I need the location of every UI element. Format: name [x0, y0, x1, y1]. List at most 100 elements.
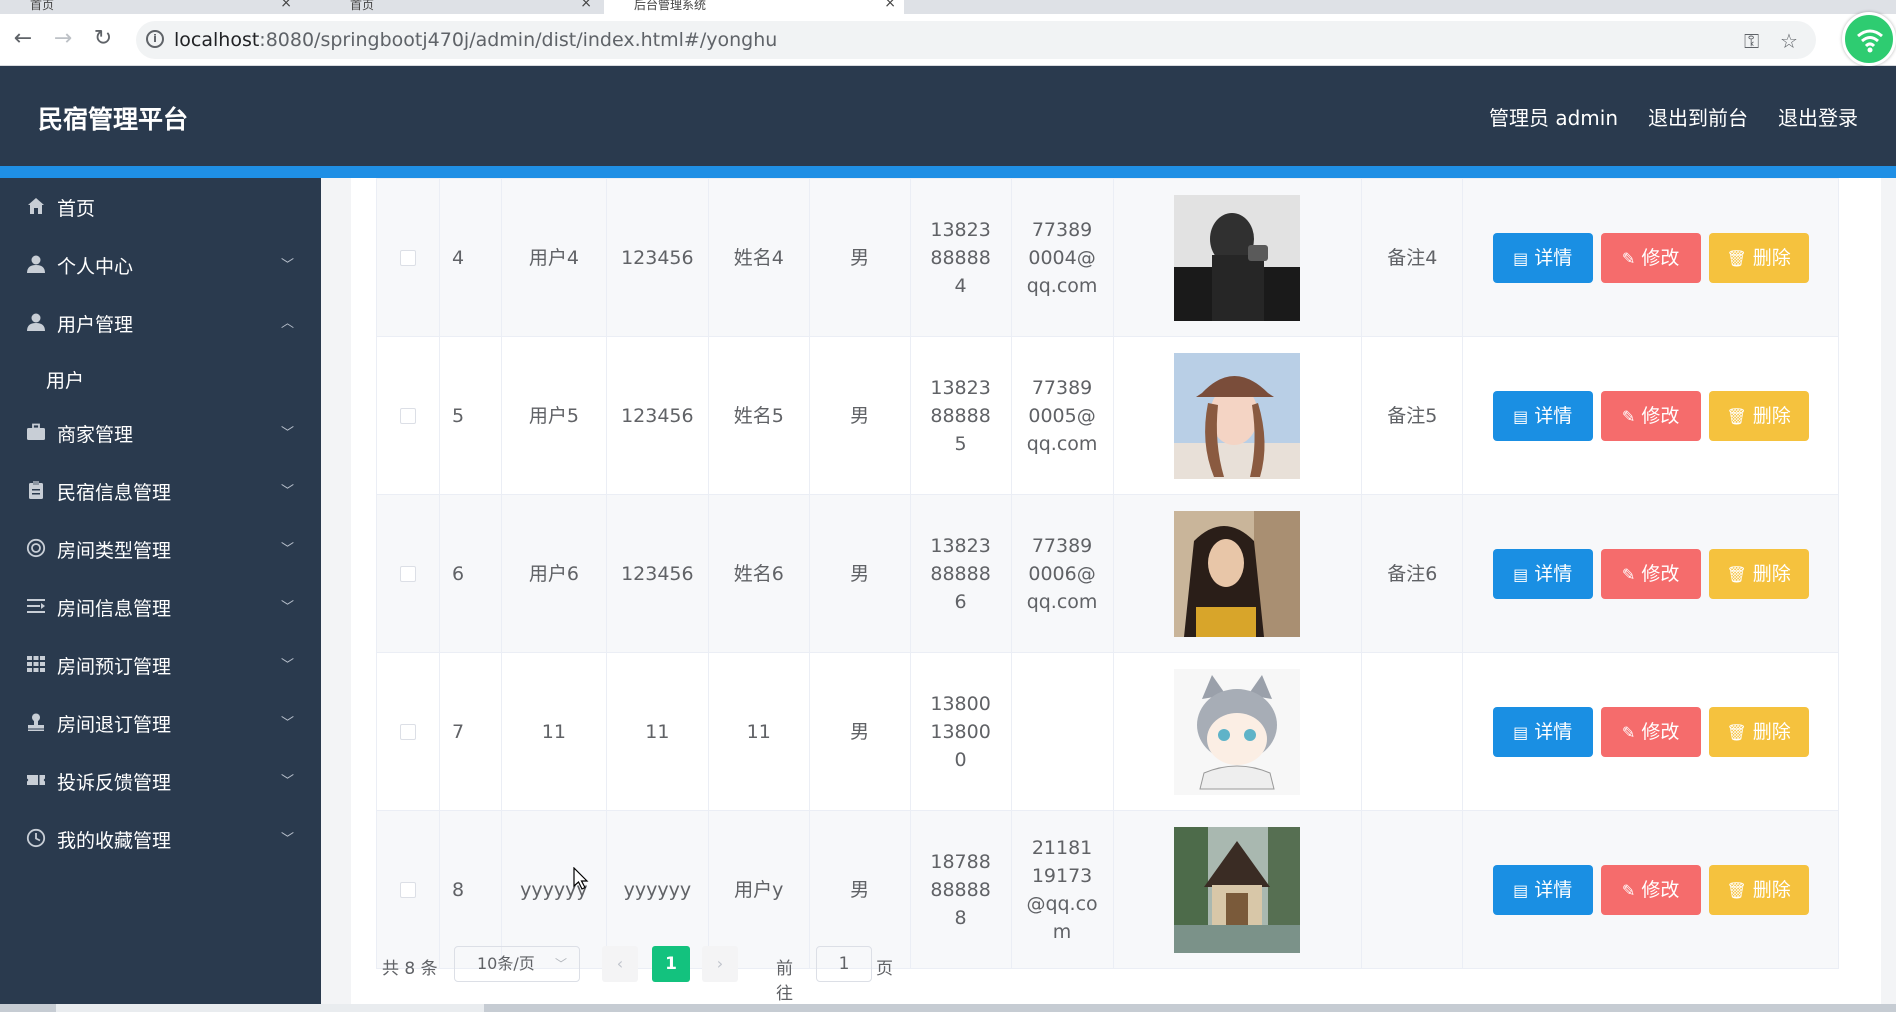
cell-name: 11	[707, 652, 810, 811]
table-row: 5 用户5 123456 姓名5 男 13823888885 773890005…	[376, 336, 1839, 495]
key-icon[interactable]: ⚿	[1744, 29, 1759, 53]
row-checkbox[interactable]	[376, 652, 440, 811]
pencil-icon: ✎	[1621, 248, 1636, 268]
edit-button-label: 修改	[1641, 404, 1680, 427]
browser-tab-label: 首页	[350, 0, 375, 12]
trash-icon: 🗑	[1726, 406, 1747, 426]
document-icon: ▤	[1513, 406, 1529, 426]
cell-email: 2118119173@qq.com	[1010, 810, 1114, 969]
detail-button[interactable]: ▤ 详情	[1492, 864, 1593, 915]
cell-account: 用户6	[500, 494, 607, 653]
close-icon[interactable]: ×	[884, 0, 896, 10]
scrollbar-thumb[interactable]	[56, 1004, 484, 1012]
trash-icon: 🗑	[1726, 880, 1747, 900]
sidebar-item-label: 房间类型管理	[57, 540, 172, 562]
user-icon	[27, 255, 45, 273]
cell-name: 姓名4	[707, 178, 810, 337]
home-icon	[28, 198, 44, 214]
delete-button[interactable]: 🗑 删除	[1708, 706, 1809, 757]
document-icon: ▤	[1513, 248, 1529, 268]
sidebar-subitem-users[interactable]: 用户	[0, 350, 321, 406]
chevron-down-icon: ﹀	[554, 957, 567, 971]
detail-button[interactable]: ▤ 详情	[1492, 232, 1593, 283]
sidebar-item-room-type[interactable]: 房间类型管理 ﹀	[0, 520, 321, 576]
browser-toolbar: ← → ↻ i localhost:8080/springbootj470j/a…	[0, 14, 1896, 66]
table-row: 8 yyyyyy yyyyyy 用户y 男 18788888888 211811…	[376, 810, 1839, 969]
chevron-down-icon: ﹀	[281, 484, 295, 499]
sidebar-item-home[interactable]: 首页	[0, 178, 321, 234]
sidebar-item-user-management[interactable]: 用户管理 ︿	[0, 294, 321, 350]
delete-button[interactable]: 🗑 删除	[1708, 390, 1809, 441]
sidebar-item-label: 房间信息管理	[57, 598, 172, 620]
edit-button[interactable]: ✎ 修改	[1600, 864, 1701, 915]
browser-tab-1[interactable]: 首页 ×	[0, 0, 300, 14]
briefcase-icon	[27, 423, 45, 440]
sidebar-item-room-cancel[interactable]: 房间退订管理 ﹀	[0, 694, 321, 750]
next-page-button[interactable]: ›	[702, 946, 738, 982]
cell-account: 用户5	[500, 336, 607, 495]
chevron-down-icon: ﹀	[281, 832, 295, 847]
row-checkbox[interactable]	[376, 810, 440, 969]
sidebar-item-homestay-info[interactable]: 民宿信息管理 ﹀	[0, 462, 321, 518]
delete-button-label: 删除	[1752, 562, 1791, 585]
ticket-icon	[27, 775, 45, 785]
row-checkbox[interactable]	[376, 178, 440, 337]
goto-label: 前往	[776, 959, 793, 1004]
sidebar-item-complaint-feedback[interactable]: 投诉反馈管理 ﹀	[0, 752, 321, 808]
star-icon[interactable]: ☆	[1780, 29, 1798, 53]
browser-tab-2[interactable]: 首页 ×	[320, 0, 600, 14]
close-icon[interactable]: ×	[580, 0, 592, 10]
edit-button[interactable]: ✎ 修改	[1600, 548, 1701, 599]
pencil-icon: ✎	[1621, 406, 1636, 426]
document-icon: ▤	[1513, 564, 1529, 584]
mouse-cursor-icon	[573, 867, 589, 890]
edit-button[interactable]: ✎ 修改	[1600, 232, 1701, 283]
detail-button[interactable]: ▤ 详情	[1492, 390, 1593, 441]
delete-button-label: 删除	[1752, 404, 1791, 427]
delete-button[interactable]: 🗑 删除	[1708, 864, 1809, 915]
pencil-icon: ✎	[1621, 722, 1636, 742]
user-photo	[1174, 826, 1301, 953]
sidebar-item-personal-center[interactable]: 个人中心 ﹀	[0, 236, 321, 292]
page-size-select[interactable]: 10条/页 ﹀	[454, 946, 580, 982]
goto-page-input[interactable]: 1	[816, 946, 872, 982]
address-bar[interactable]: i localhost:8080/springbootj470j/admin/d…	[136, 21, 1816, 59]
browser-tab-3[interactable]: 后台管理系统 ×	[604, 0, 904, 14]
edit-button[interactable]: ✎ 修改	[1600, 706, 1701, 757]
row-index: 6	[438, 494, 502, 653]
chevron-down-icon: ﹀	[281, 258, 295, 273]
close-icon[interactable]: ×	[280, 0, 292, 10]
url-text[interactable]: localhost:8080/springbootj470j/admin/dis…	[174, 29, 777, 51]
delete-button[interactable]: 🗑 删除	[1708, 548, 1809, 599]
browser-tab-label: 后台管理系统	[634, 0, 707, 12]
sidebar-item-room-booking[interactable]: 房间预订管理 ﹀	[0, 636, 321, 692]
detail-button[interactable]: ▤ 详情	[1492, 706, 1593, 757]
detail-button[interactable]: ▤ 详情	[1492, 548, 1593, 599]
page-number-current[interactable]: 1	[652, 946, 690, 982]
user-photo	[1174, 194, 1301, 321]
sidebar-item-room-info[interactable]: 房间信息管理 ﹀	[0, 578, 321, 634]
cell-photo	[1112, 652, 1363, 811]
horizontal-scrollbar[interactable]	[0, 1004, 1896, 1012]
row-checkbox[interactable]	[376, 336, 440, 495]
forward-arrow-icon[interactable]: →	[48, 24, 78, 54]
row-index: 8	[438, 810, 502, 969]
phone-text: 13800138000	[930, 692, 991, 771]
logout-link[interactable]: 退出登录	[1778, 102, 1858, 131]
sidebar-item-my-favorites[interactable]: 我的收藏管理 ﹀	[0, 810, 321, 866]
trash-icon: 🗑	[1726, 722, 1747, 742]
cell-actions: ▤ 详情 ✎ 修改 🗑 删除	[1462, 652, 1839, 811]
reload-icon[interactable]: ↻	[88, 24, 118, 54]
sidebar-item-merchant-management[interactable]: 商家管理 ﹀	[0, 404, 321, 460]
edit-button-label: 修改	[1641, 246, 1680, 269]
edit-button[interactable]: ✎ 修改	[1600, 390, 1701, 441]
cell-account: 11	[500, 652, 607, 811]
prev-page-button[interactable]: ‹	[602, 946, 638, 982]
row-checkbox[interactable]	[376, 494, 440, 653]
info-icon[interactable]: i	[146, 30, 164, 48]
back-arrow-icon[interactable]: ←	[8, 24, 38, 54]
chevron-up-icon: ︿	[281, 316, 295, 331]
delete-button[interactable]: 🗑 删除	[1708, 232, 1809, 283]
sidebar-item-label: 商家管理	[57, 424, 134, 446]
exit-to-front-link[interactable]: 退出到前台	[1648, 102, 1748, 131]
